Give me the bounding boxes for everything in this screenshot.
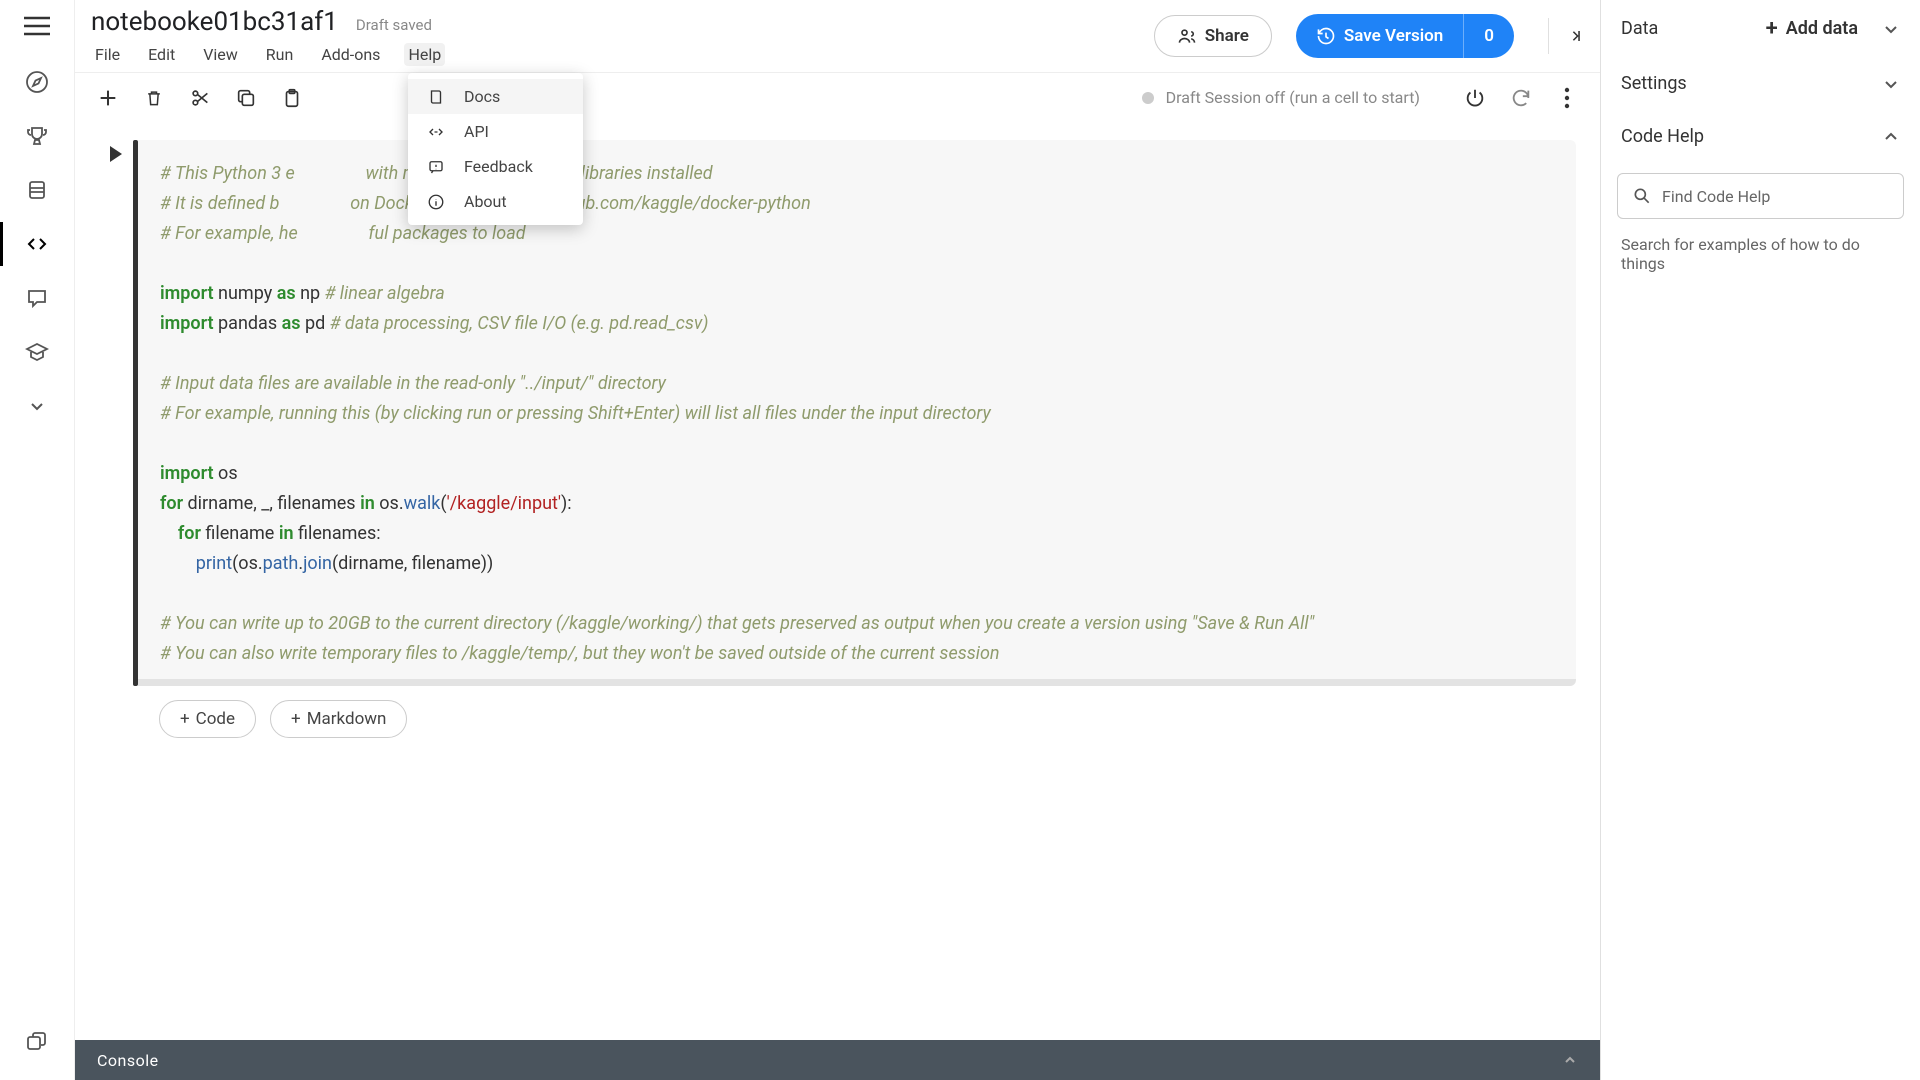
- menu-run[interactable]: Run: [262, 43, 298, 66]
- header: notebooke01bc31af1 Draft saved File Edit…: [75, 0, 1600, 72]
- paste-icon[interactable]: [275, 81, 309, 115]
- right-panel: Data + Add data Settings Code Help Find …: [1600, 0, 1920, 1080]
- session-status-text: Draft Session off (run a cell to start): [1166, 88, 1420, 107]
- help-docs-label: Docs: [464, 87, 500, 106]
- help-feedback[interactable]: Feedback: [408, 149, 583, 184]
- help-api[interactable]: API: [408, 114, 583, 149]
- session-status-dot: [1142, 92, 1154, 104]
- data-section: Data + Add data: [1601, 0, 1920, 57]
- help-feedback-label: Feedback: [464, 157, 533, 176]
- draft-status: Draft saved: [356, 16, 432, 34]
- database-icon[interactable]: [23, 176, 51, 204]
- code-help-search[interactable]: Find Code Help: [1617, 173, 1904, 219]
- main-area: notebooke01bc31af1 Draft saved File Edit…: [75, 0, 1600, 1080]
- info-icon: [426, 193, 446, 211]
- help-about[interactable]: About: [408, 184, 583, 219]
- chevron-down-icon[interactable]: [23, 392, 51, 420]
- left-nav: [0, 0, 75, 1080]
- save-version-button[interactable]: Save Version: [1296, 14, 1463, 58]
- version-count[interactable]: 0: [1463, 14, 1514, 58]
- help-about-label: About: [464, 192, 507, 211]
- comment-icon[interactable]: [23, 284, 51, 312]
- chevron-down-icon: [1882, 75, 1900, 93]
- code-cell: # This Python 3 e with many helpful anal…: [99, 140, 1576, 686]
- add-data-button[interactable]: + Add data: [1766, 16, 1858, 41]
- power-icon[interactable]: [1458, 81, 1492, 115]
- book-icon: [426, 88, 446, 106]
- graduation-icon[interactable]: [23, 338, 51, 366]
- code-help-section[interactable]: Code Help: [1601, 110, 1920, 163]
- save-version-group: Save Version 0: [1296, 14, 1514, 58]
- settings-label: Settings: [1621, 73, 1687, 94]
- run-cell-button[interactable]: [110, 146, 122, 162]
- help-docs[interactable]: Docs: [408, 79, 583, 114]
- add-data-label: Add data: [1786, 18, 1858, 39]
- code-editor[interactable]: # This Python 3 e with many helpful anal…: [138, 140, 1576, 686]
- more-icon[interactable]: [1550, 81, 1584, 115]
- compass-icon[interactable]: [23, 68, 51, 96]
- code-help-hint: Search for examples of how to do things: [1601, 229, 1920, 273]
- share-label: Share: [1205, 26, 1249, 46]
- notebook-title[interactable]: notebooke01bc31af1: [91, 7, 338, 37]
- add-markdown-button[interactable]: + Markdown: [270, 700, 407, 738]
- help-dropdown: Docs API Feedback About: [408, 73, 583, 225]
- console-bar[interactable]: Console: [75, 1040, 1600, 1080]
- save-version-label: Save Version: [1344, 26, 1443, 46]
- windows-icon[interactable]: [23, 1028, 51, 1056]
- help-api-label: API: [464, 122, 489, 141]
- editor-area: # This Python 3 e with many helpful anal…: [75, 122, 1600, 1040]
- menu-edit[interactable]: Edit: [144, 43, 179, 66]
- people-icon: [1177, 26, 1197, 46]
- menu-help[interactable]: Help: [404, 43, 445, 66]
- search-icon: [1632, 186, 1652, 206]
- hamburger-icon[interactable]: [18, 10, 56, 42]
- plus-icon: +: [180, 709, 190, 729]
- add-markdown-label: Markdown: [307, 709, 387, 729]
- collapse-panel-icon[interactable]: [1548, 18, 1584, 54]
- plus-icon: +: [1766, 16, 1778, 41]
- restart-icon[interactable]: [1504, 81, 1538, 115]
- add-cell-icon[interactable]: [91, 81, 125, 115]
- toolbar: ode Draft Session off (run a cell to sta…: [75, 72, 1600, 122]
- share-button[interactable]: Share: [1154, 15, 1272, 57]
- delete-cell-icon[interactable]: [137, 81, 171, 115]
- code-icon[interactable]: [23, 230, 51, 258]
- menu-bar: File Edit View Run Add-ons Help: [91, 39, 445, 66]
- chevron-down-icon[interactable]: [1882, 20, 1900, 38]
- chevron-up-icon: [1882, 128, 1900, 146]
- history-icon: [1316, 26, 1336, 46]
- add-code-label: Code: [196, 709, 235, 729]
- add-cell-row: + Code + Markdown: [159, 700, 1576, 738]
- copy-icon[interactable]: [229, 81, 263, 115]
- search-placeholder: Find Code Help: [1662, 187, 1770, 206]
- add-code-button[interactable]: + Code: [159, 700, 256, 738]
- code-help-label: Code Help: [1621, 126, 1704, 147]
- feedback-icon: [426, 158, 446, 176]
- api-icon: [426, 123, 446, 141]
- plus-icon: +: [291, 709, 301, 729]
- menu-file[interactable]: File: [91, 43, 124, 66]
- data-label: Data: [1621, 18, 1658, 39]
- console-expand-icon[interactable]: [1562, 1052, 1578, 1068]
- console-label: Console: [97, 1051, 159, 1070]
- menu-addons[interactable]: Add-ons: [317, 43, 384, 66]
- menu-view[interactable]: View: [199, 43, 242, 66]
- cut-icon[interactable]: [183, 81, 217, 115]
- trophy-icon[interactable]: [23, 122, 51, 150]
- settings-section[interactable]: Settings: [1601, 57, 1920, 110]
